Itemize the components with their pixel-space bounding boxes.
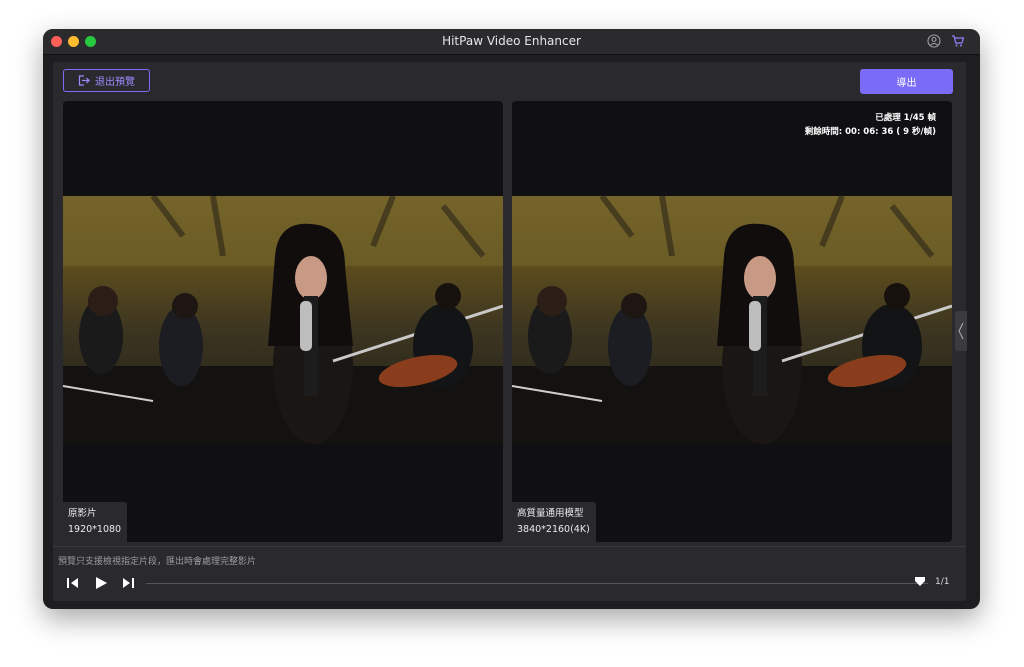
- enhanced-video-panel: 已處理 1/45 幀 剩餘時間: 00: 06: 36 ( 9 秒/幀) 高質量…: [512, 101, 952, 542]
- page-count: 1/1: [935, 577, 950, 587]
- timeline-track[interactable]: [146, 583, 928, 584]
- processing-status: 已處理 1/45 幀 剩餘時間: 00: 06: 36 ( 9 秒/幀): [805, 111, 936, 139]
- collapse-panel-button[interactable]: [955, 311, 967, 351]
- app-window: HitPaw Video Enhancer 退出預覽 導出 原影片 1920*1…: [43, 29, 980, 609]
- playback-bar: 預覽只支援檢視指定片段，匯出時會處理完整影片 1/1: [53, 546, 966, 602]
- processed-frames: 已處理 1/45 幀: [875, 113, 936, 123]
- concert-image-enhanced: [512, 196, 952, 444]
- original-video-frame: [63, 196, 503, 444]
- preview-area: 退出預覽 導出 原影片 1920*1080 已處理 1/45 幀 剩餘時間: 0…: [53, 62, 967, 602]
- enhanced-info-badge: 高質量通用模型 3840*2160(4K): [512, 502, 596, 542]
- prev-frame-icon[interactable]: [65, 575, 81, 591]
- original-label: 原影片: [68, 508, 97, 519]
- play-icon[interactable]: [93, 575, 109, 591]
- window-title: HitPaw Video Enhancer: [442, 34, 581, 48]
- concert-image: [63, 196, 503, 444]
- original-video-panel: 原影片 1920*1080: [63, 101, 503, 542]
- cart-icon[interactable]: [951, 34, 965, 48]
- title-bar: HitPaw Video Enhancer: [43, 29, 980, 55]
- next-frame-icon[interactable]: [120, 575, 136, 591]
- exit-icon: [78, 75, 90, 86]
- export-label: 導出: [896, 78, 917, 89]
- remaining-time: 剩餘時間: 00: 06: 36 ( 9 秒/幀): [804, 127, 936, 137]
- export-button[interactable]: 導出: [860, 69, 953, 94]
- exit-preview-label: 退出預覽: [95, 77, 135, 88]
- account-icon[interactable]: [927, 34, 941, 48]
- exit-preview-button[interactable]: 退出預覽: [63, 69, 150, 92]
- enhanced-label: 高質量通用模型: [517, 508, 584, 519]
- original-info-badge: 原影片 1920*1080: [63, 502, 128, 542]
- preview-hint: 預覽只支援檢視指定片段，匯出時會處理完整影片: [58, 557, 257, 567]
- enhanced-video-frame: [512, 196, 952, 444]
- collapse-icon: [958, 322, 964, 340]
- timeline-handle-icon[interactable]: [915, 577, 925, 587]
- enhanced-resolution: 3840*2160(4K): [517, 524, 590, 535]
- original-resolution: 1920*1080: [68, 524, 122, 535]
